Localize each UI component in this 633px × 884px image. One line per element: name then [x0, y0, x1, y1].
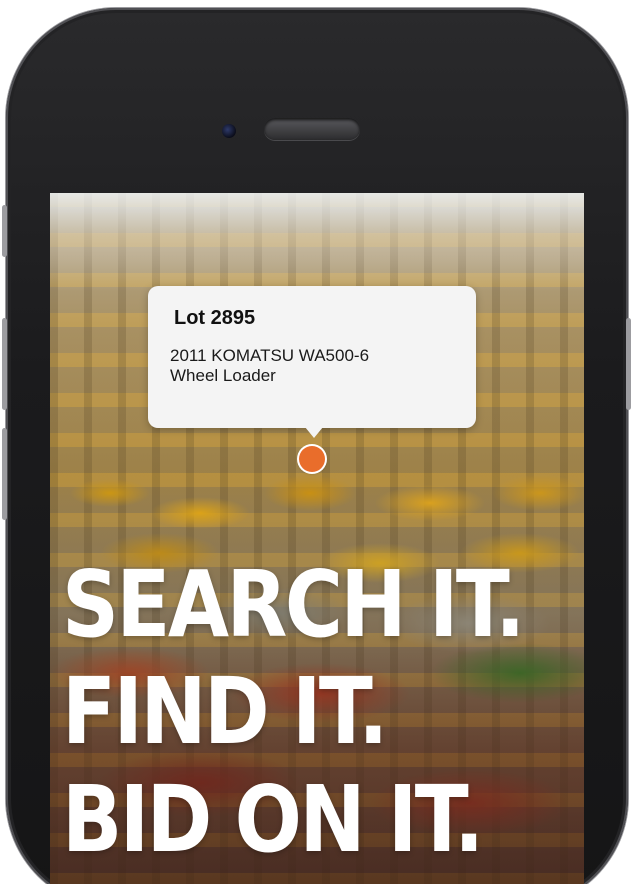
- lot-description-line1: 2011 KOMATSU WA500-6: [170, 346, 370, 365]
- phone-volume-up-button: [2, 318, 7, 410]
- headline-line2: FIND IT.: [62, 658, 388, 765]
- headline-line1: SEARCH IT.: [62, 551, 525, 658]
- lot-description-line2: Wheel Loader: [170, 366, 276, 385]
- phone-volume-down-button: [2, 428, 7, 520]
- phone-speaker: [264, 118, 360, 140]
- ad-canvas: Lot 2895 2011 KOMATSU WA500-6 Wheel Load…: [0, 0, 633, 884]
- lot-callout-pointer: [305, 427, 323, 438]
- headline-line3: BID ON IT.: [62, 766, 484, 873]
- front-camera-icon: [222, 124, 236, 138]
- phone-power-button: [626, 318, 631, 410]
- lot-number: Lot 2895: [174, 307, 256, 329]
- map-pin-icon[interactable]: [299, 446, 325, 472]
- phone-mute-switch: [2, 205, 7, 257]
